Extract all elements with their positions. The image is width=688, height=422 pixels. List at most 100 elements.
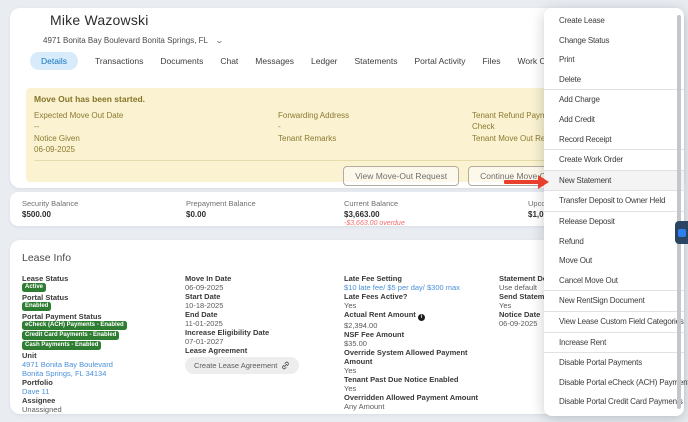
chevron-down-icon: ⌄ <box>215 36 224 45</box>
floating-widget-button[interactable] <box>675 221 688 244</box>
arrow-shaft <box>504 180 539 184</box>
banner-field: Expected Move Out Date -- <box>34 111 278 131</box>
field-label: Late Fees Active? <box>344 292 494 301</box>
field-value: - <box>278 122 472 131</box>
field-label: Forwarding Address <box>278 111 472 120</box>
menu-item-create-lease[interactable]: Create Lease <box>544 11 684 31</box>
arrow-head <box>538 175 549 189</box>
field-label: Override System Allowed Payment Amount <box>344 348 494 366</box>
menu-item-disable-portal-credit-card-payments[interactable]: Disable Portal Credit Card Payments <box>544 392 684 412</box>
status-badge: Enabled <box>22 302 51 311</box>
actions-menu-items: Create LeaseChange StatusPrintDeleteAdd … <box>544 11 684 412</box>
field-label: Portal Payment Status <box>22 312 172 321</box>
portfolio-link[interactable]: Dave 11 <box>22 387 172 396</box>
button-label: Create Lease Agreement <box>194 361 277 370</box>
field-value: Yes <box>344 384 494 393</box>
field-label: Lease Agreement <box>185 346 335 355</box>
link-icon <box>281 361 290 370</box>
tenant-address: 4971 Bonita Bay Boulevard Bonita Springs… <box>43 36 208 45</box>
tab-ledger[interactable]: Ledger <box>311 52 337 70</box>
tab-messages[interactable]: Messages <box>255 52 294 70</box>
field-value: $2,394.00 <box>344 321 494 330</box>
lease-info-col2: Move In Date 06-09-2025 Start Date 10-18… <box>185 274 335 374</box>
balance-value: $0.00 <box>186 210 256 219</box>
tab-portal-activity[interactable]: Portal Activity <box>415 52 466 70</box>
field-label: Tenant Past Due Notice Enabled <box>344 375 494 384</box>
prepayment-balance: Prepayment Balance $0.00 <box>186 199 256 219</box>
current-balance: Current Balance $3,663.00 -$3,663.00 ove… <box>344 199 405 227</box>
menu-item-refund[interactable]: Refund <box>544 232 684 252</box>
view-moveout-request-button[interactable]: View Move-Out Request <box>343 166 459 186</box>
lease-info-col1: Lease Status Active Portal Status Enable… <box>22 274 172 414</box>
widget-icon <box>678 229 686 237</box>
create-lease-agreement-button[interactable]: Create Lease Agreement <box>185 357 299 374</box>
tab-documents[interactable]: Documents <box>160 52 203 70</box>
menu-item-transfer-deposit-to-owner-held[interactable]: Transfer Deposit to Owner Held <box>544 191 684 211</box>
field-value: 10-18-2025 <box>185 301 335 310</box>
field-label: Unit <box>22 351 172 360</box>
tab-chat[interactable]: Chat <box>220 52 238 70</box>
field-value: -- <box>34 122 278 131</box>
menu-item-disable-portal-payments[interactable]: Disable Portal Payments <box>544 353 684 373</box>
portal-payment-badges: eCheck (ACH) Payments - EnabledCredit Ca… <box>22 321 172 350</box>
menu-item-view-lease-custom-field-categories[interactable]: View Lease Custom Field Categories <box>544 312 684 332</box>
banner-field: Notice Given 06-09-2025 <box>34 134 278 154</box>
menu-item-create-work-order[interactable]: Create Work Order <box>544 150 684 170</box>
overdue-note: -$3,663.00 overdue <box>344 220 405 227</box>
menu-scrollbar[interactable] <box>677 15 681 409</box>
menu-item-increase-rent[interactable]: Increase Rent <box>544 333 684 353</box>
field-value: Any Amount <box>344 402 494 411</box>
field-label: Start Date <box>185 292 335 301</box>
field-label: Overridden Allowed Payment Amount <box>344 393 494 402</box>
field-label: Late Fee Setting <box>344 274 494 283</box>
tab-transactions[interactable]: Transactions <box>95 52 143 70</box>
unit-link[interactable]: 4971 Bonita Bay Boulevard <box>22 360 172 369</box>
field-label: Assignee <box>22 396 172 405</box>
balance-label: Current Balance <box>344 199 405 208</box>
pointer-arrow-icon <box>504 175 549 189</box>
field-label: End Date <box>185 310 335 319</box>
late-fee-setting-link[interactable]: $10 late fee/ $5 per day/ $300 max <box>344 283 494 292</box>
field-label: Tenant Remarks <box>278 134 472 143</box>
menu-item-new-rentsign-document[interactable]: New RentSign Document <box>544 291 684 311</box>
rent-label: Actual Rent Amount <box>344 310 416 319</box>
field-label: Portfolio <box>22 378 172 387</box>
balance-label: Prepayment Balance <box>186 199 256 208</box>
field-value: 07-01-2027 <box>185 337 335 346</box>
field-label: NSF Fee Amount <box>344 330 494 339</box>
menu-item-add-credit[interactable]: Add Credit <box>544 110 684 130</box>
actions-menu: Create LeaseChange StatusPrintDeleteAdd … <box>544 8 684 416</box>
menu-item-print[interactable]: Print <box>544 50 684 70</box>
tab-files[interactable]: Files <box>483 52 501 70</box>
menu-item-release-deposit[interactable]: Release Deposit <box>544 212 684 232</box>
assignee-value: Unassigned <box>22 405 172 414</box>
menu-item-disable-portal-echeck-ach-payments[interactable]: Disable Portal eCheck (ACH) Payments <box>544 373 684 393</box>
menu-item-delete[interactable]: Delete <box>544 70 684 90</box>
field-label: Move In Date <box>185 274 335 283</box>
tenant-name: Mike Wazowski <box>50 12 149 28</box>
lease-info-col3: Late Fee Setting $10 late fee/ $5 per da… <box>344 274 494 411</box>
field-label: Actual Rent Amounti <box>344 310 494 321</box>
field-value: Yes <box>344 366 494 375</box>
menu-item-change-status[interactable]: Change Status <box>544 31 684 51</box>
field-value: Yes <box>344 301 494 310</box>
field-label: Lease Status <box>22 274 172 283</box>
field-value <box>278 145 472 154</box>
field-label: Expected Move Out Date <box>34 111 278 120</box>
menu-item-new-statement[interactable]: New Statement <box>544 171 684 191</box>
menu-item-record-receipt[interactable]: Record Receipt <box>544 130 684 150</box>
field-label: Notice Given <box>34 134 278 143</box>
menu-item-add-charge[interactable]: Add Charge <box>544 90 684 110</box>
field-label: Portal Status <box>22 293 172 302</box>
field-label: Increase Eligibility Date <box>185 328 335 337</box>
menu-item-cancel-move-out[interactable]: Cancel Move Out <box>544 271 684 291</box>
unit-link[interactable]: Bonita Springs, FL 34134 <box>22 369 172 378</box>
status-badge: Credit Card Payments - Enabled <box>22 331 119 340</box>
balance-label: Security Balance <box>22 199 78 208</box>
tab-statements[interactable]: Statements <box>355 52 398 70</box>
info-icon[interactable]: i <box>418 314 425 321</box>
balance-value: $3,663.00 <box>344 210 405 219</box>
tab-details[interactable]: Details <box>30 52 78 70</box>
menu-item-move-out[interactable]: Move Out <box>544 251 684 271</box>
tenant-address-selector[interactable]: 4971 Bonita Bay Boulevard Bonita Springs… <box>43 36 223 45</box>
